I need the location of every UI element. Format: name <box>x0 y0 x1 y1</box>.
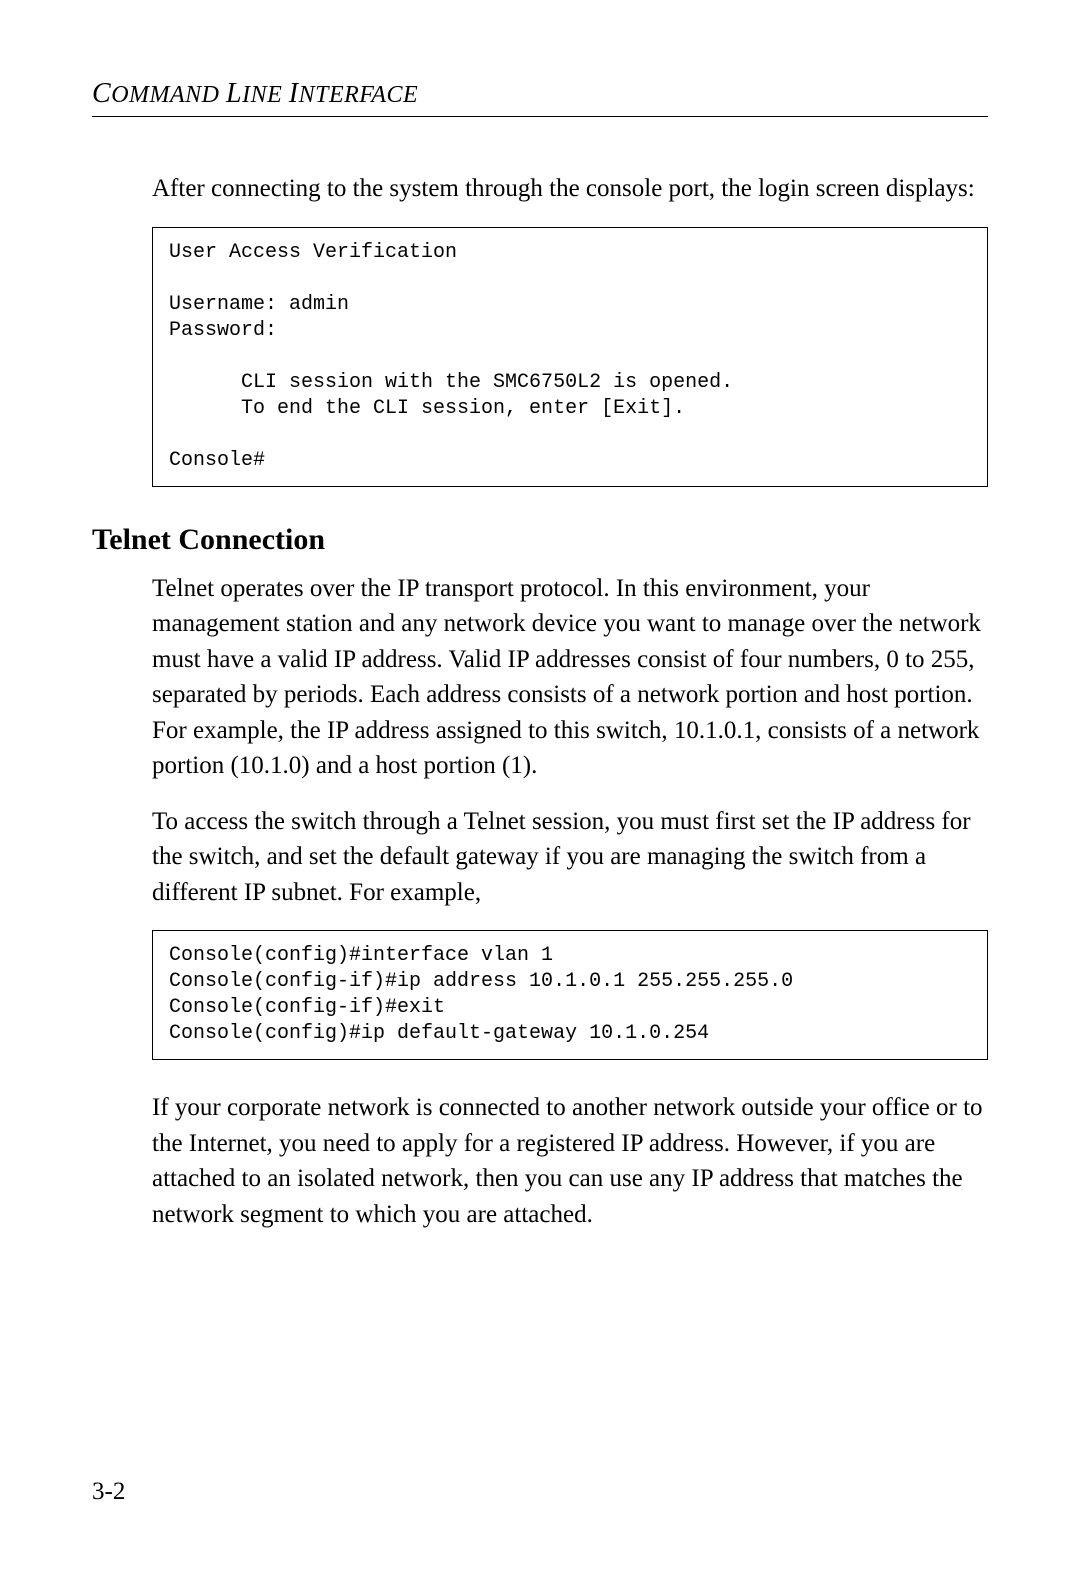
running-header: COMMAND LINE INTERFACE <box>92 78 988 110</box>
header-rule <box>92 116 988 117</box>
telnet-paragraph-1: Telnet operates over the IP transport pr… <box>152 571 988 784</box>
content-block-1: After connecting to the system through t… <box>152 171 988 487</box>
running-title: COMMAND LINE INTERFACE <box>92 82 418 108</box>
code-block-login: User Access Verification Username: admin… <box>152 227 988 487</box>
telnet-paragraph-2: To access the switch through a Telnet se… <box>152 804 988 911</box>
intro-paragraph: After connecting to the system through t… <box>152 171 988 207</box>
telnet-paragraph-3: If your corporate network is connected t… <box>152 1090 988 1232</box>
page-number: 3-2 <box>92 1478 125 1506</box>
code-block-config: Console(config)#interface vlan 1 Console… <box>152 930 988 1060</box>
content-block-2: Telnet operates over the IP transport pr… <box>152 571 988 1233</box>
subheading-telnet: Telnet Connection <box>92 523 988 557</box>
